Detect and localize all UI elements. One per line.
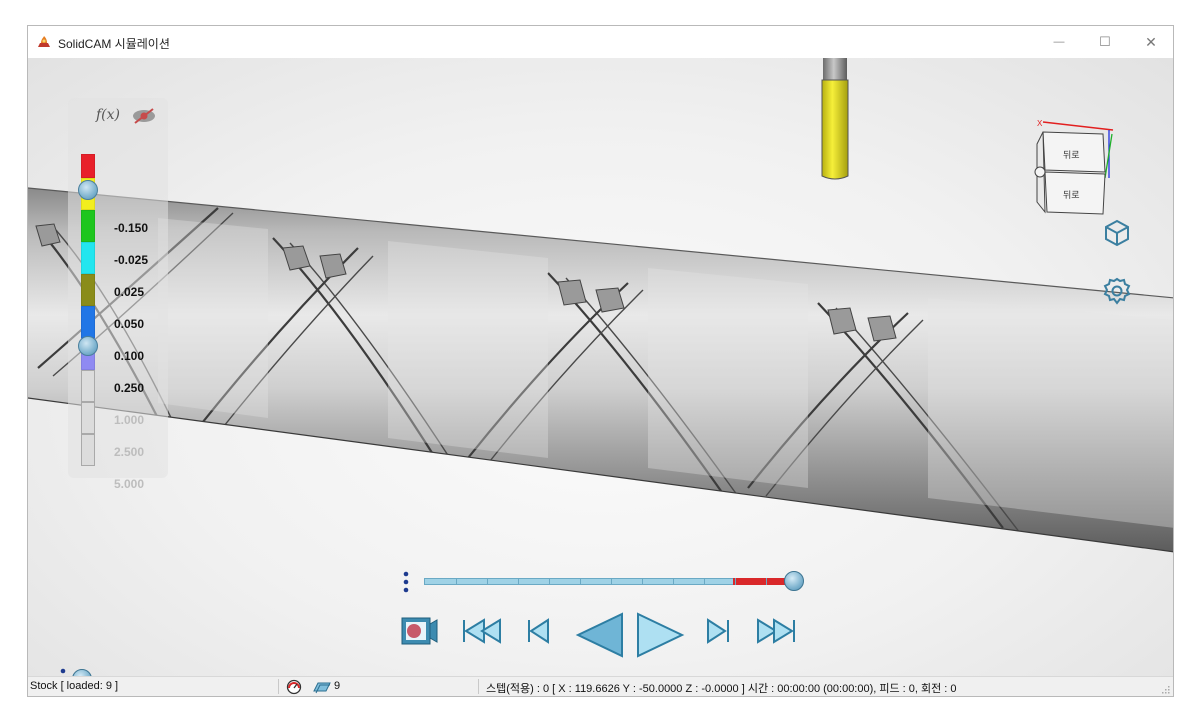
- step-slider-handle[interactable]: [784, 571, 804, 591]
- resize-grip-icon[interactable]: [1160, 684, 1170, 694]
- solidcam-app-icon: [38, 36, 50, 47]
- legend-value-label: 1.000: [114, 413, 145, 427]
- step-slider-tick: [611, 578, 612, 585]
- stock-count: 9: [334, 680, 341, 692]
- simulation-window: SolidCAM 시뮬레이션 — ☐ ✕ f(x) -0.150 -0.025 …: [27, 25, 1174, 697]
- legend-upper-handle[interactable]: [78, 180, 98, 200]
- status-divider: [478, 679, 479, 694]
- legend-value-label: 5.000: [114, 477, 145, 491]
- legend-value-label: 0.050: [114, 317, 145, 331]
- legend-value-label: -0.025: [114, 253, 149, 267]
- step-slider-tick: [456, 578, 457, 585]
- stock-layers-icon[interactable]: [312, 679, 332, 695]
- step-slider-tick: [642, 578, 643, 585]
- legend-value-label: 0.250: [114, 381, 145, 395]
- step-slider-menu-icon[interactable]: [403, 571, 409, 593]
- maximize-button[interactable]: ☐: [1082, 26, 1128, 58]
- close-icon: ✕: [1145, 33, 1157, 50]
- view-cube[interactable]: X Z 뒤로 뒤로: [1033, 116, 1123, 226]
- minimize-button[interactable]: —: [1036, 26, 1082, 58]
- legend-value-label: -0.150: [114, 221, 149, 235]
- step-slider-tick: [766, 578, 767, 585]
- legend-color-segment: [81, 306, 95, 338]
- legend-color-segment: [81, 242, 95, 274]
- step-slider-track[interactable]: [424, 578, 796, 585]
- gauge-icon[interactable]: [286, 679, 302, 695]
- legend-value-label: 2.500: [114, 445, 145, 459]
- status-bar: Stock [ loaded: 9 ] 9 스텝(적용) : 0 [ X : 1…: [28, 676, 1173, 696]
- simulation-viewport[interactable]: f(x) -0.150 -0.025 0.025 0.050 0.100 0.250 1.0…: [28, 58, 1173, 676]
- viewcube-top-label: 뒤로: [1063, 149, 1080, 161]
- step-slider-tick: [580, 578, 581, 585]
- position-time-info: 스텝(적용) : 0 [ X : 119.6626 Y : -50.0000 Z…: [486, 683, 957, 695]
- step-slider-tick: [704, 578, 705, 585]
- status-divider: [278, 679, 279, 694]
- minimize-icon: —: [1053, 36, 1065, 48]
- close-button[interactable]: ✕: [1128, 26, 1173, 58]
- deviation-legend-panel: f(x) -0.150 -0.025 0.025 0.050 0.100 0.250 1.0…: [68, 98, 168, 491]
- eye-hidden-icon[interactable]: [130, 106, 158, 126]
- function-icon[interactable]: f(x): [96, 107, 122, 125]
- window-title: SolidCAM 시뮬레이션: [58, 37, 170, 51]
- legend-lower-handle[interactable]: [78, 336, 98, 356]
- skip-to-start-icon[interactable]: [463, 618, 501, 644]
- stock-status: Stock [ loaded: 9 ]: [30, 680, 119, 692]
- legend-color-segment: [81, 370, 95, 402]
- step-slider-tick: [673, 578, 674, 585]
- step-slider-tick: [735, 578, 736, 585]
- legend-color-segment: [81, 402, 95, 434]
- view-orientation-icon[interactable]: [1102, 218, 1132, 248]
- viewcube-front-label: 뒤로: [1063, 189, 1080, 201]
- timeline-slider[interactable]: [58, 666, 1143, 676]
- step-forward-icon[interactable]: [707, 618, 729, 644]
- transport-controls: [401, 612, 795, 658]
- step-back-icon[interactable]: [528, 618, 549, 644]
- legend-color-segment: [81, 210, 95, 242]
- timeline-handle[interactable]: [72, 669, 92, 676]
- axis-x-label: X: [1037, 119, 1043, 128]
- record-icon[interactable]: [401, 617, 438, 645]
- step-slider-tick: [518, 578, 519, 585]
- step-slider-tick: [549, 578, 550, 585]
- skip-to-end-icon[interactable]: [757, 618, 795, 644]
- legend-color-bar: [81, 154, 95, 466]
- timeline-menu-icon[interactable]: [60, 668, 66, 676]
- legend-color-segment: [81, 434, 95, 466]
- legend-value-label: 0.025: [114, 285, 145, 299]
- title-bar: SolidCAM 시뮬레이션 — ☐ ✕: [28, 26, 1173, 58]
- maximize-icon: ☐: [1099, 34, 1111, 49]
- legend-color-segment: [81, 154, 95, 178]
- settings-gear-icon[interactable]: [1102, 276, 1132, 306]
- play-forward-icon[interactable]: [637, 612, 685, 658]
- step-slider[interactable]: [400, 570, 820, 594]
- legend-value-label: 0.100: [114, 349, 145, 363]
- play-reverse-icon[interactable]: [575, 612, 623, 658]
- legend-color-segment: [81, 274, 95, 306]
- step-slider-tick: [487, 578, 488, 585]
